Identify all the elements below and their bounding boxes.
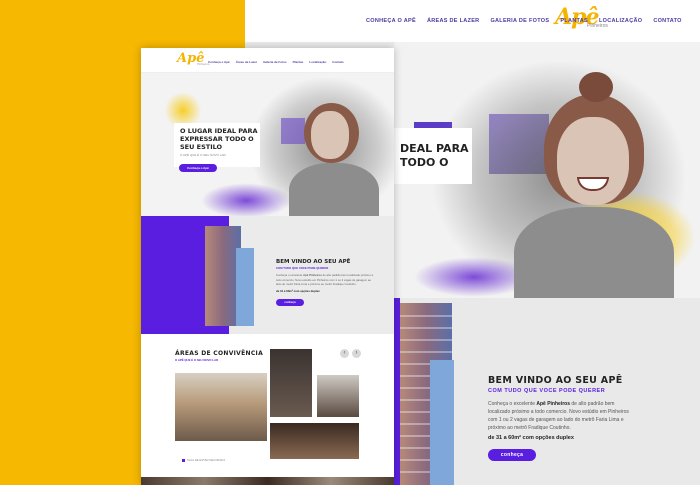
mockup-welcome-body: Conheça o excelente Apê Pinheiros de alt… (276, 273, 374, 286)
mockup-footer-photo-strip (141, 477, 394, 485)
mockup-content: O LUGAR IDEAL PARA EXPRESSAR TODO O SEU … (141, 48, 394, 485)
building-sky (430, 360, 454, 485)
chevron-left-icon[interactable]: ‹ (340, 349, 349, 358)
mockup-hero-cta-button[interactable]: Conheça o Apê (179, 164, 217, 172)
mockup-hero-card: O LUGAR IDEAL PARA EXPRESSAR TODO O SEU … (174, 123, 260, 167)
mockup-hero-title-line2: EXPRESSAR TODO O (180, 135, 254, 143)
mockup-hero-title-line3: SEU ESTILO (180, 143, 223, 151)
mockup-amenities-subtitle: O APÊ QUE É O SEU NOVO LAR (175, 358, 219, 362)
welcome-subtitle: COM TUDO QUE VOCE PODE QUERER (488, 388, 606, 394)
nav-item-contato[interactable]: Contato (653, 18, 681, 24)
mockup-hero-subtitle: O APÊ QUE É O SEU NOVO LAR (180, 153, 226, 157)
nav-item-plantas[interactable]: Plantas (560, 18, 588, 24)
mockup-welcome-highlight: de 31 a 60m² com opções duplex (276, 288, 320, 293)
mockup-hero-face (311, 111, 349, 159)
amenity-photo-bedroom[interactable] (270, 349, 312, 417)
mockup-hero-purple-splash (201, 183, 291, 216)
hero-title-card: DEAL PARA TODO O (394, 128, 472, 184)
nav-item-areas-de-lazer[interactable]: Áreas de Lazer (427, 18, 479, 24)
welcome-text: BEM VINDO AO SEU APÊ COM TUDO QUE VOCE P… (488, 375, 688, 441)
mockup-hero-title-line1: O LUGAR IDEAL PARA (180, 127, 258, 135)
hero-woman-bun (579, 72, 613, 102)
mockup-welcome-cta-button[interactable]: conheça (276, 299, 304, 306)
mockup-welcome-title: BEM VINDO AO SEU APÊ (276, 259, 351, 265)
hero-title-crop-line2: TODO O (400, 156, 449, 169)
nav-item-localizacao[interactable]: Localização (599, 18, 642, 24)
mockup-hero-shirt (289, 163, 379, 216)
mockup-welcome-subtitle: COM TUDO QUE VOCE PODE QUERER (276, 266, 329, 270)
mockup-hero-window (281, 118, 305, 144)
amenity-photo-lounge[interactable] (270, 423, 359, 459)
mockup-building-sky (236, 248, 254, 326)
nav-item-galeria[interactable]: Galeria de Fotos (490, 18, 549, 24)
welcome-highlight: de 31 a 60m² com opções duplex (488, 435, 574, 441)
welcome-body: Conheça o excelente Apê Pinheiros de alt… (488, 401, 629, 431)
hero-woman-shirt (514, 207, 674, 298)
mockup-amenities-title: ÁREAS DE CONVIVÊNCIA (175, 350, 264, 357)
amenity-photo-living-room[interactable] (175, 373, 267, 441)
amenity-photo-kitchen[interactable] (317, 375, 359, 417)
hero-title-crop-line1: DEAL PARA (400, 142, 469, 155)
welcome-cta-button[interactable]: conheça (488, 449, 536, 461)
mockup-welcome-text: BEM VINDO AO SEU APÊ COM TUDO QUE VOCE P… (276, 259, 376, 293)
welcome-title: BEM VINDO AO SEU APÊ (488, 375, 623, 386)
chevron-right-icon[interactable]: › (352, 349, 361, 358)
nav-item-conheca[interactable]: Conheça o Apê (366, 18, 416, 24)
hero-woman-face (557, 117, 629, 205)
main-menu: Conheça o Apê Áreas de Lazer Galeria de … (366, 18, 682, 24)
amenity-caption: SALA DE ESTAR DECORADA (182, 458, 225, 462)
